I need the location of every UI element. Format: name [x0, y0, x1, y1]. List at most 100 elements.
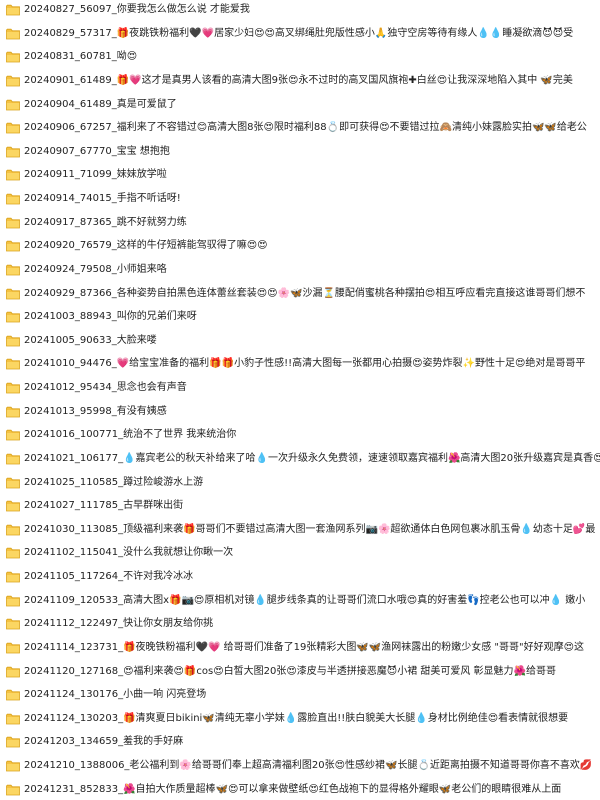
- folder-icon: [6, 311, 20, 323]
- folder-icon: [6, 75, 20, 87]
- folder-icon: [6, 477, 20, 488]
- folder-name: 20241012_95434_思念也会有声音: [24, 382, 187, 393]
- folder-name: 20240831_60781_呦😍: [24, 51, 138, 63]
- folder-item[interactable]: 20241021_106177_💧嘉宾老公的秋天补给来了哈💧一次升级永久免费领，…: [0, 449, 600, 469]
- folder-icon: [6, 170, 20, 181]
- folder-icon: [6, 642, 20, 654]
- folder-icon: [6, 784, 20, 796]
- folder-name: 20241021_106177_💧嘉宾老公的秋天补给来了哈💧一次升级永久免费领，…: [24, 452, 600, 464]
- folder-icon: [6, 548, 20, 559]
- folder-name: 20241003_88943_叫你的兄弟们来呀: [24, 311, 197, 323]
- folder-item[interactable]: 20241210_1388006_老公福利到🌸给哥哥们奉上超高清福利图20张😍性…: [0, 756, 600, 776]
- folder-name: 20241210_1388006_老公福利到🌸给哥哥们奉上超高清福利图20张😍性…: [24, 760, 593, 771]
- folder-item[interactable]: 20241114_123731_🎁夜晚铁粉福利🖤💗 给哥哥们准备了19张精彩大图…: [0, 638, 600, 658]
- folder-name: 20241203_134659_羞我的手好麻: [24, 736, 184, 748]
- folder-icon: [6, 122, 20, 134]
- folder-item[interactable]: 20240929_87366_各种姿势自拍黑色连体蕾丝套装😍😍🌸🦋沙漏⏳腰配俏蜜…: [0, 284, 600, 304]
- folder-name: 20240929_87366_各种姿势自拍黑色连体蕾丝套装😍😍🌸🦋沙漏⏳腰配俏蜜…: [24, 287, 586, 299]
- folder-item[interactable]: 20241124_130203_🎁清爽夏日bikini🦋清纯无辜小学妹💧露脸直出…: [0, 709, 600, 729]
- folder-icon: [6, 4, 20, 16]
- folder-item[interactable]: 20241105_117264_不许对我冷冰冰: [0, 567, 600, 587]
- folder-name: 20241109_120533_高清大图x🎁📷😍原相机对镜💧腿步线条真的让哥哥们…: [24, 594, 586, 606]
- folder-item[interactable]: 20240911_71099_妹妹放学啦: [0, 165, 600, 185]
- folder-name: 20241120_127168_😍福利来袭😍🎁cos😍白皙大图20张😍漆皮与半透…: [24, 665, 557, 677]
- folder-name: 20241124_130176_小曲一响 闪亮登场: [24, 689, 207, 701]
- folder-name: 20241030_113085_顶级福利来袭🎁哥哥们不要错过高清大图一套渔网系列…: [24, 523, 596, 535]
- folder-item[interactable]: 20240907_67770_宝宝 想抱抱: [0, 142, 600, 162]
- folder-icon: [6, 193, 20, 205]
- folder-name: 20240911_71099_妹妹放学啦: [24, 169, 167, 181]
- folder-name: 20241231_852833_🌺自拍大作质量超棒🦋😍可以拿来做壁纸😍红色战袍下…: [24, 783, 562, 795]
- folder-item[interactable]: 20241013_95998_有没有姨感: [0, 402, 600, 422]
- folder-name: 20241025_110585_蹲过险峻游水上游: [24, 476, 204, 488]
- folder-icon: [6, 619, 20, 630]
- folder-name: 20241105_117264_不许对我冷冰冰: [24, 571, 194, 582]
- folder-icon: [6, 737, 20, 748]
- folder-icon: [6, 288, 20, 299]
- folder-item[interactable]: 20241012_95434_思念也会有声音: [0, 378, 600, 398]
- folder-list: 20240827_56097_你要我怎么做怎么说 才能爱我 20240829_5…: [0, 0, 600, 800]
- folder-icon: [6, 595, 20, 607]
- folder-item[interactable]: 20241124_130176_小曲一响 闪亮登场: [0, 685, 600, 705]
- folder-item[interactable]: 20240829_57317_🎁夜跳铁粉福利🖤💗居家少妇😍😍高叉绑绳肚兜版性感小…: [0, 24, 600, 44]
- folder-name: 20240901_61489_🎁💗这才是真男人该看的高清大图9张😍永不过时的高叉…: [24, 74, 573, 86]
- folder-item[interactable]: 20240827_56097_你要我怎么做怎么说 才能爱我: [0, 0, 600, 20]
- folder-name: 20240924_79508_小师姐来咯: [24, 263, 167, 275]
- folder-icon: [6, 430, 20, 441]
- folder-item[interactable]: 20241102_115041_没什么我就想让你瞅一次: [0, 543, 600, 563]
- folder-icon: [6, 217, 20, 229]
- folder-item[interactable]: 20241112_122497_快让你女朋友给你挑: [0, 614, 600, 634]
- folder-item[interactable]: 20241003_88943_叫你的兄弟们来呀: [0, 307, 600, 327]
- folder-item[interactable]: 20241030_113085_顶级福利来袭🎁哥哥们不要错过高清大图一套渔网系列…: [0, 520, 600, 540]
- folder-icon: [6, 264, 20, 276]
- folder-item[interactable]: 20240924_79508_小师姐来咯: [0, 260, 600, 280]
- folder-name: 20241013_95998_有没有姨感: [24, 405, 167, 417]
- folder-name: 20240827_56097_你要我怎么做怎么说 才能爱我: [24, 4, 250, 15]
- folder-item[interactable]: 20240906_67257_福利来了不容错过😊高清大图8张😍限时福利88💍即可…: [0, 118, 600, 138]
- folder-item[interactable]: 20240917_87365_跳不好就努力练: [0, 213, 600, 233]
- folder-item[interactable]: 20241005_90633_大脸来喽: [0, 331, 600, 351]
- folder-icon: [6, 713, 20, 725]
- folder-item[interactable]: 20241025_110585_蹲过险峻游水上游: [0, 473, 600, 493]
- folder-icon: [6, 666, 20, 677]
- folder-icon: [6, 241, 20, 252]
- folder-icon: [6, 359, 20, 370]
- folder-item[interactable]: 20241109_120533_高清大图x🎁📷😍原相机对镜💧腿步线条真的让哥哥们…: [0, 591, 600, 611]
- folder-name: 20240904_61489_真是可爱鼠了: [24, 98, 177, 110]
- folder-icon: [6, 99, 20, 110]
- folder-name: 20240920_76579_这样的牛仔短裤能驾驭得了嘛😍😍: [24, 240, 268, 252]
- folder-icon: [6, 760, 20, 772]
- folder-name: 20240907_67770_宝宝 想抱抱: [24, 145, 170, 157]
- folder-item[interactable]: 20240920_76579_这样的牛仔短裤能驾驭得了嘛😍😍: [0, 236, 600, 256]
- folder-name: 20241112_122497_快让你女朋友给你挑: [24, 618, 214, 630]
- folder-item[interactable]: 20241010_94476_💗给宝宝准备的福利🎁🎁小豹子性感!!高清大图每一张…: [0, 354, 600, 374]
- folder-icon: [6, 52, 20, 63]
- folder-icon: [6, 524, 20, 536]
- folder-name: 20240906_67257_福利来了不容错过😊高清大图8张😍限时福利88💍即可…: [24, 122, 587, 134]
- folder-name: 20241016_100771_统治不了世界 我来统治你: [24, 429, 237, 441]
- folder-item[interactable]: 20241231_852833_🌺自拍大作质量超棒🦋😍可以拿来做壁纸😍红色战袍下…: [0, 780, 600, 800]
- folder-name: 20240917_87365_跳不好就努力练: [24, 216, 187, 228]
- folder-item[interactable]: 20241027_111785_古早群咪出街: [0, 496, 600, 516]
- folder-icon: [6, 689, 20, 701]
- folder-name: 20240914_74015_手指不听话呀!: [24, 193, 181, 204]
- folder-item[interactable]: 20240904_61489_真是可爱鼠了: [0, 95, 600, 115]
- folder-item[interactable]: 20241203_134659_羞我的手好麻: [0, 732, 600, 752]
- folder-name: 20241005_90633_大脸来喽: [24, 334, 157, 346]
- folder-icon: [6, 335, 20, 347]
- folder-item[interactable]: 20241016_100771_统治不了世界 我来统治你: [0, 425, 600, 445]
- folder-item[interactable]: 20240914_74015_手指不听话呀!: [0, 189, 600, 209]
- folder-icon: [6, 382, 20, 394]
- folder-icon: [6, 28, 20, 40]
- folder-icon: [6, 571, 20, 583]
- folder-item[interactable]: 20241120_127168_😍福利来袭😍🎁cos😍白皙大图20张😍漆皮与半透…: [0, 662, 600, 682]
- folder-name: 20241124_130203_🎁清爽夏日bikini🦋清纯无辜小学妹💧露脸直出…: [24, 712, 569, 724]
- folder-name: 20240829_57317_🎁夜跳铁粉福利🖤💗居家少妇😍😍高叉绑绳肚兜版性感小…: [24, 27, 574, 39]
- folder-item[interactable]: 20240831_60781_呦😍: [0, 47, 600, 67]
- folder-name: 20241102_115041_没什么我就想让你瞅一次: [24, 547, 234, 559]
- folder-name: 20241010_94476_💗给宝宝准备的福利🎁🎁小豹子性感!!高清大图每一张…: [24, 358, 586, 370]
- folder-icon: [6, 406, 20, 418]
- folder-name: 20241027_111785_古早群咪出街: [24, 500, 184, 512]
- folder-name: 20241114_123731_🎁夜晚铁粉福利🖤💗 给哥哥们准备了19张精彩大图…: [24, 641, 585, 653]
- folder-item[interactable]: 20240901_61489_🎁💗这才是真男人该看的高清大图9张😍永不过时的高叉…: [0, 71, 600, 91]
